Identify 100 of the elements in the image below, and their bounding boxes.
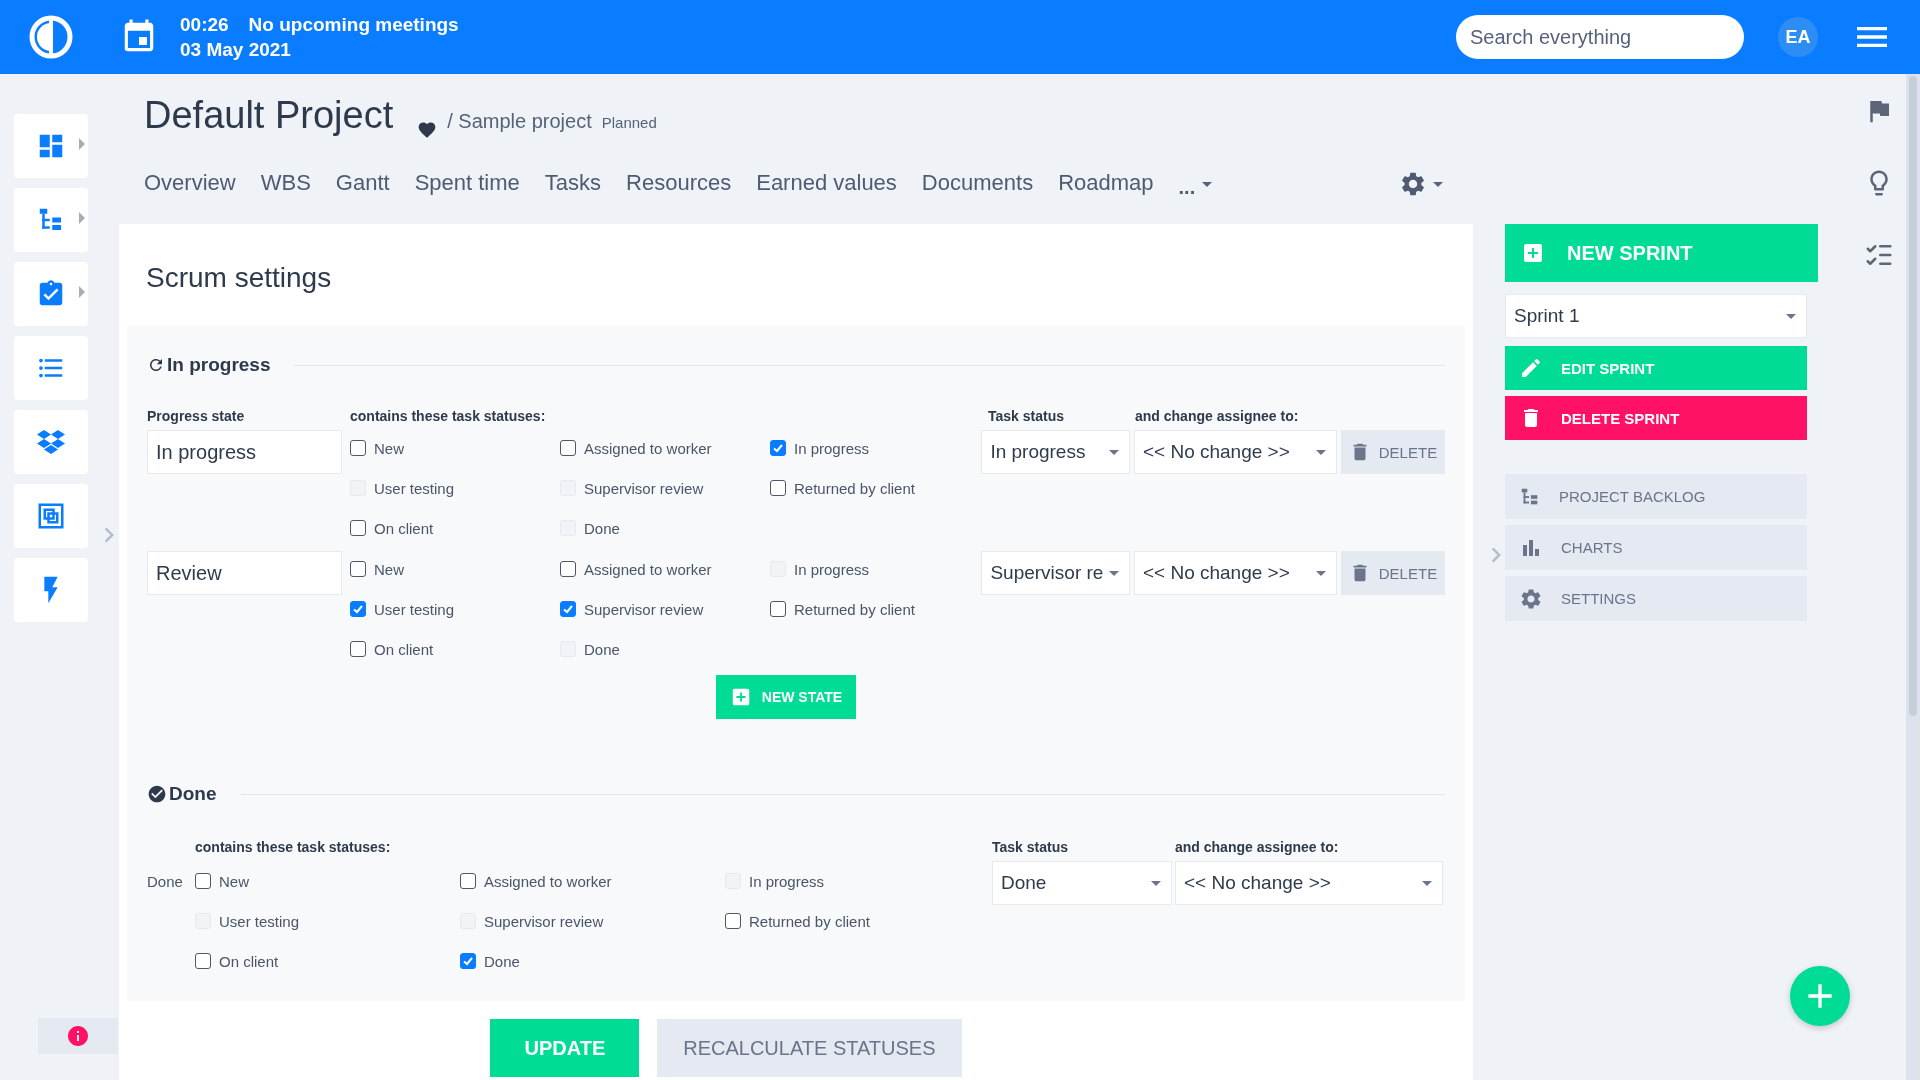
caret-icon <box>1109 570 1119 576</box>
checkbox-label: Assigned to worker <box>584 560 712 578</box>
checkbox-label: Done <box>484 952 520 970</box>
task-status-dropdown[interactable]: In progress <box>981 430 1130 474</box>
state-name-field[interactable]: In progress <box>147 430 342 474</box>
sprint-menu-item[interactable]: SETTINGS <box>1505 576 1807 621</box>
logo-icon[interactable] <box>28 14 74 60</box>
checkbox-label: On client <box>219 952 279 970</box>
nav-tab[interactable]: WBS <box>260 166 311 202</box>
nav-tab[interactable]: Tasks <box>544 166 602 202</box>
checkbox-label: New <box>374 439 404 457</box>
nav-tab[interactable]: Resources <box>626 166 732 202</box>
parent-project-link[interactable]: / Sample project <box>447 110 592 133</box>
checkbox-label: Supervisor review <box>584 600 704 618</box>
refresh-icon <box>147 356 165 374</box>
project-status: Planned <box>601 114 657 131</box>
info-icon <box>66 1024 90 1048</box>
checkbox[interactable] <box>350 641 366 657</box>
sidebar-item[interactable] <box>14 484 88 548</box>
column-label: and change assignee to: <box>1175 839 1339 857</box>
checkbox[interactable] <box>770 480 786 496</box>
state-name-field[interactable]: Review <box>147 551 342 595</box>
checkbox[interactable] <box>560 601 576 617</box>
nav-tab[interactable]: ... <box>1178 171 1196 205</box>
page-title: Scrum settings <box>145 261 333 295</box>
caret-icon <box>1109 449 1119 455</box>
stacked-diamonds-icon <box>37 428 65 456</box>
sidebar-item[interactable] <box>14 188 88 252</box>
column-label: and change assignee to: <box>1135 408 1299 426</box>
nav-tab[interactable]: Overview <box>144 166 236 202</box>
checkbox-label: In progress <box>794 439 870 457</box>
sidebar-item[interactable] <box>14 262 88 326</box>
nav-tab[interactable]: Documents <box>921 166 1034 202</box>
caret-icon <box>1151 880 1161 886</box>
checkbox[interactable] <box>350 520 366 536</box>
checkbox[interactable] <box>350 601 366 617</box>
checkbox[interactable] <box>460 873 476 889</box>
checkbox[interactable] <box>195 953 211 969</box>
section-title: In progress <box>167 354 271 376</box>
assignee-dropdown[interactable]: << No change >> <box>1133 430 1337 474</box>
sidebar-item[interactable] <box>14 336 88 400</box>
checkbox-label: Returned by client <box>749 912 870 930</box>
info-button[interactable] <box>38 1018 118 1054</box>
caret-icon <box>1315 449 1326 455</box>
search-field[interactable]: Search everything <box>1456 15 1744 59</box>
column-label: contains these task statuses: <box>350 408 547 426</box>
settings-icon[interactable] <box>1399 170 1427 198</box>
checkbox[interactable] <box>350 440 366 456</box>
nav-tab[interactable]: Gantt <box>335 166 390 202</box>
date-text: 03 May 2021 <box>180 38 292 62</box>
sidebar-item[interactable] <box>14 114 88 178</box>
delete-sprint-button[interactable]: DELETE SPRINT <box>1505 396 1807 440</box>
checkbox[interactable] <box>770 440 786 456</box>
assignee-dropdown[interactable]: << No change >> <box>1175 861 1443 905</box>
delete-button[interactable]: DELETE <box>1340 551 1445 595</box>
recalculate-statuses-button[interactable]: RECALCULATE STATUSES <box>657 1019 962 1077</box>
settings-icon <box>1519 586 1543 611</box>
clock-time: 00:26 <box>180 13 229 37</box>
checkbox-label: Done <box>584 519 620 537</box>
assignee-dropdown[interactable]: << No change >> <box>1133 551 1337 595</box>
checkbox-label: Returned by client <box>794 600 915 618</box>
caret-icon <box>1422 880 1432 886</box>
checkbox-label: Assigned to worker <box>584 439 712 457</box>
nav-tab[interactable]: Earned values <box>756 166 897 202</box>
checkbox[interactable] <box>770 601 786 617</box>
task-status-dropdown[interactable]: Done <box>992 861 1172 905</box>
column-label: Task status <box>992 839 1069 857</box>
caret-icon <box>1786 313 1796 319</box>
heart-icon[interactable] <box>417 120 438 140</box>
nav-tab[interactable]: Spent time <box>414 166 520 202</box>
sprint-dropdown[interactable]: Sprint 1 <box>1505 294 1807 338</box>
delete-button[interactable]: DELETE <box>1340 430 1445 474</box>
caret-icon[interactable] <box>1433 181 1443 187</box>
sprint-menu-item[interactable]: CHARTS <box>1505 525 1807 570</box>
nested-squares-icon <box>36 501 66 531</box>
sprint-menu-item[interactable]: PROJECT BACKLOG <box>1505 474 1807 519</box>
checkbox[interactable] <box>560 440 576 456</box>
checkbox[interactable] <box>460 953 476 969</box>
caret-icon[interactable] <box>1202 181 1213 187</box>
checkbox-label: New <box>219 872 249 890</box>
user-avatar[interactable]: EA <box>1778 17 1818 57</box>
section-title: Done <box>169 783 217 805</box>
nav-tab[interactable]: Roadmap <box>1058 166 1154 202</box>
column-label: Task status <box>988 408 1065 426</box>
caret-icon <box>1315 570 1326 576</box>
checkbox-label: Returned by client <box>794 479 915 497</box>
checkbox[interactable] <box>725 913 741 929</box>
sidebar-item[interactable] <box>14 558 88 622</box>
checkbox[interactable] <box>560 561 576 577</box>
checkbox-label: In progress <box>794 560 870 578</box>
checkbox[interactable] <box>195 873 211 889</box>
state-name: Done <box>147 872 184 892</box>
scrollbar[interactable] <box>1906 74 1920 1080</box>
project-title: Default Project <box>144 94 394 137</box>
checkbox-label: Supervisor review <box>584 479 704 497</box>
checkbox[interactable] <box>350 561 366 577</box>
sidebar-item[interactable] <box>14 410 88 474</box>
checkbox-label: User testing <box>219 912 300 930</box>
column-label: Progress state <box>147 408 246 426</box>
task-status-dropdown[interactable]: Supervisor re <box>981 551 1130 595</box>
